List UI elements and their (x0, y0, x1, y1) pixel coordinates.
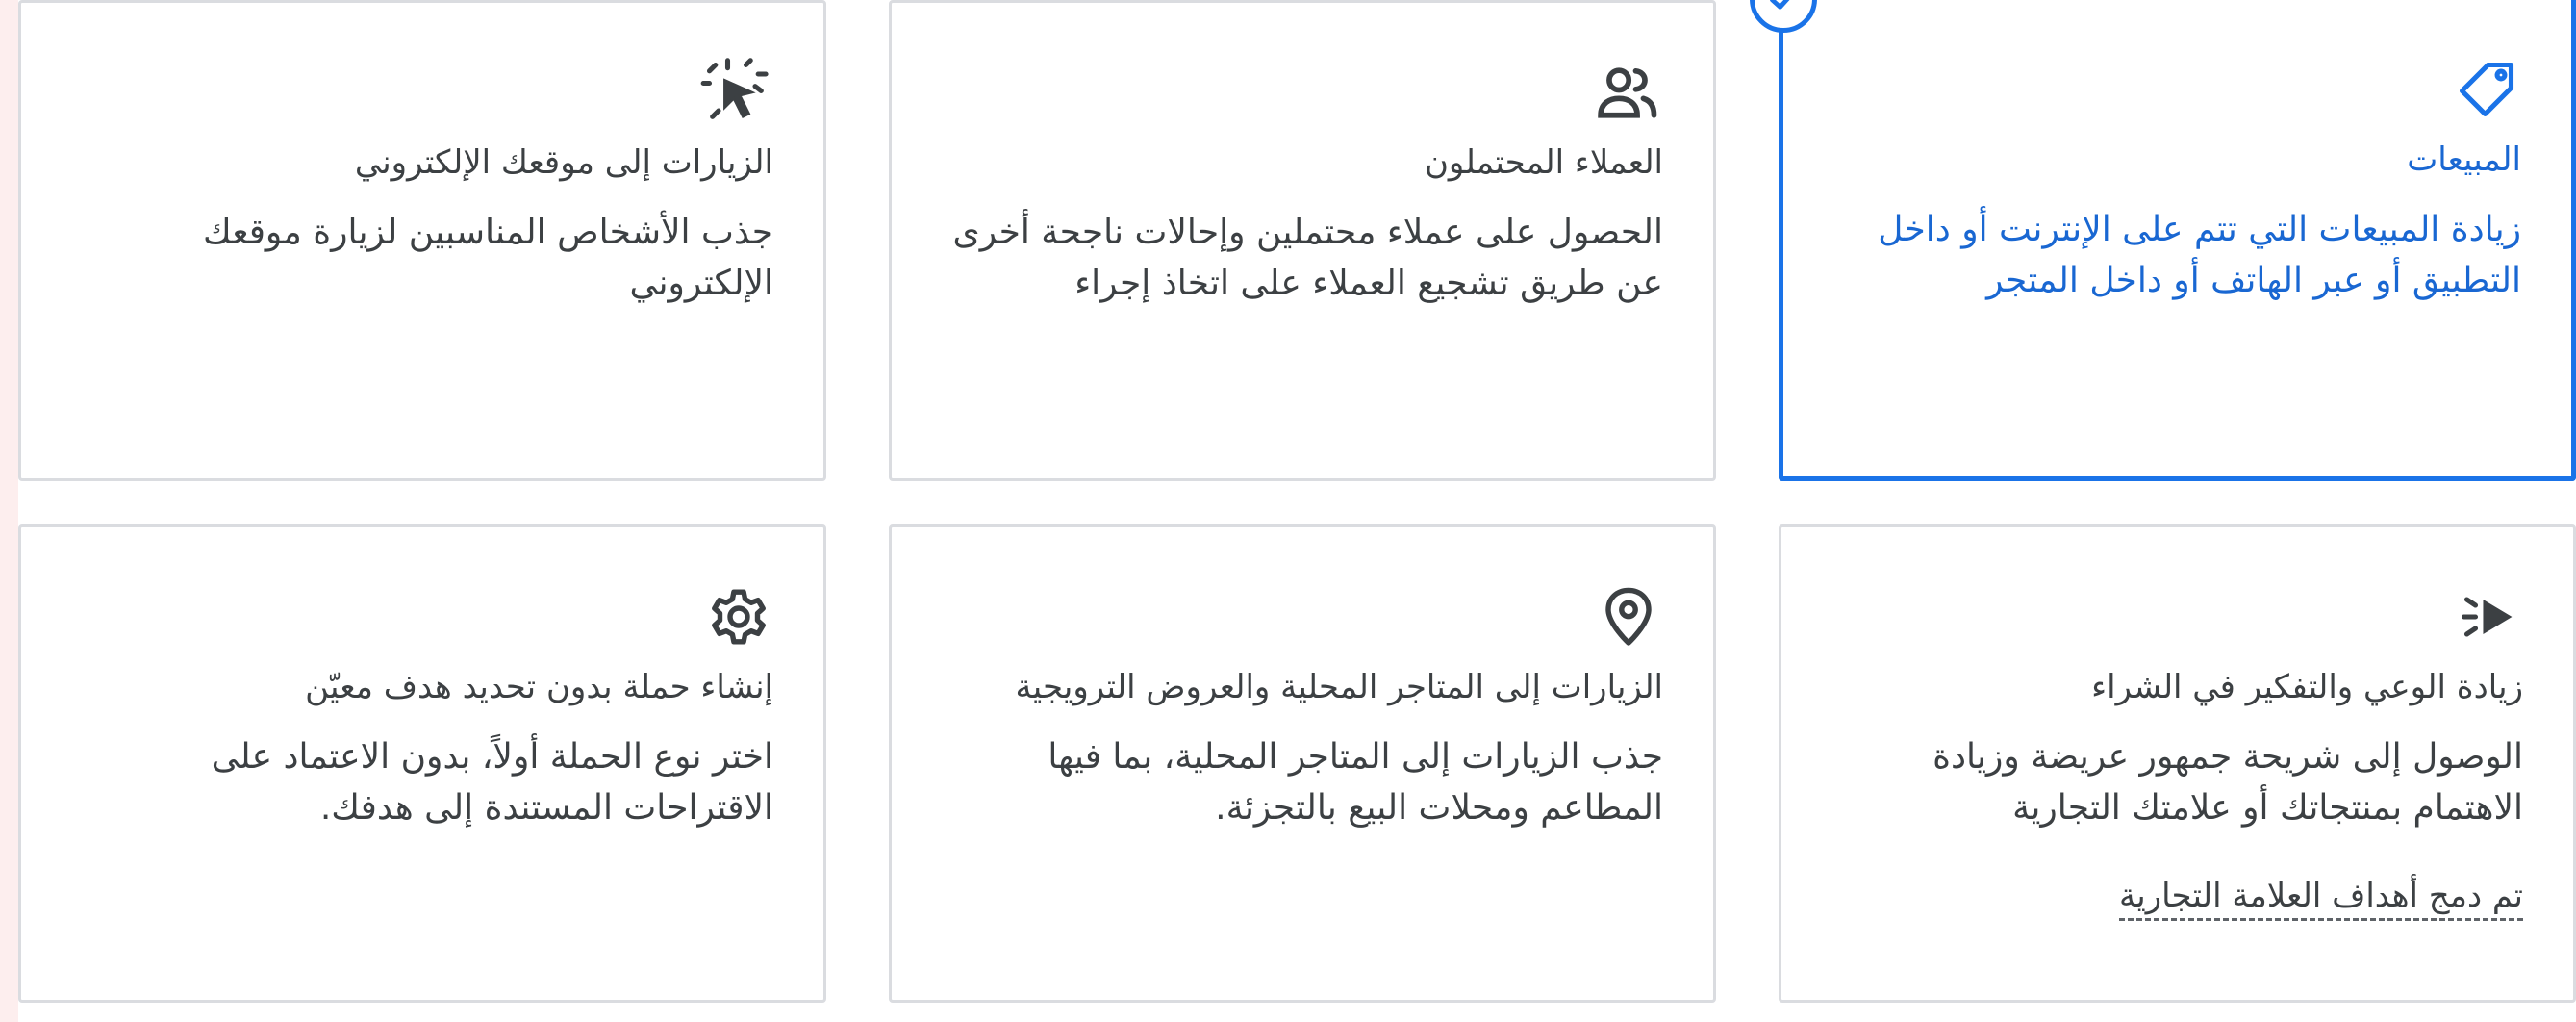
goal-description: الوصول إلى شريحة جمهور عريضة وزيادة الاه… (1932, 737, 2523, 828)
goal-title: العملاء المحتملون (1424, 143, 1663, 182)
awareness-play-icon (1820, 583, 2523, 651)
goal-card-leads[interactable]: العملاء المحتملون الحصول على عملاء محتمل… (889, 0, 1716, 481)
goal-title: إنشاء حملة بدون تحديد هدف معيّن (305, 668, 773, 706)
goal-description: زيادة المبيعات التي تتم على الإنترنت أو … (1878, 210, 2521, 300)
goal-card-awareness[interactable]: زيادة الوعي والتفكير في الشراء الوصول إل… (1779, 524, 2576, 1003)
goal-description: الحصول على عملاء محتملين وإحالات ناجحة أ… (952, 213, 1663, 303)
goal-card-sales[interactable]: المبيعات زيادة المبيعات التي تتم على الإ… (1779, 0, 2576, 481)
people-icon (930, 59, 1663, 126)
goal-card-no-goal[interactable]: إنشاء حملة بدون تحديد هدف معيّن اختر نوع… (18, 524, 826, 1003)
location-pin-icon (930, 583, 1663, 651)
goal-card-local-store-visits[interactable]: الزيارات إلى المتاجر المحلية والعروض الت… (889, 524, 1716, 1003)
goal-description: جذب الزيارات إلى المتاجر المحلية، بما في… (1048, 737, 1663, 828)
tag-icon (1822, 56, 2521, 123)
goal-description: جذب الأشخاص المناسبين لزيارة موقعك الإلك… (202, 213, 773, 303)
goal-title: الزيارات إلى موقعك الإلكتروني (354, 143, 773, 182)
goal-title: المبيعات (2407, 141, 2521, 179)
goal-card-website-traffic[interactable]: الزيارات إلى موقعك الإلكتروني جذب الأشخا… (18, 0, 826, 481)
goal-title: زيادة الوعي والتفكير في الشراء (2091, 668, 2523, 706)
gear-icon (60, 583, 773, 651)
goal-description: اختر نوع الحملة أولاً، بدون الاعتماد على… (211, 737, 773, 828)
left-edge-strip (0, 0, 18, 1022)
cursor-click-icon (60, 58, 773, 126)
goal-title: الزيارات إلى المتاجر المحلية والعروض الت… (1015, 668, 1663, 706)
brand-goals-merged-link[interactable]: تم دمج أهداف العلامة التجارية (2119, 874, 2523, 921)
